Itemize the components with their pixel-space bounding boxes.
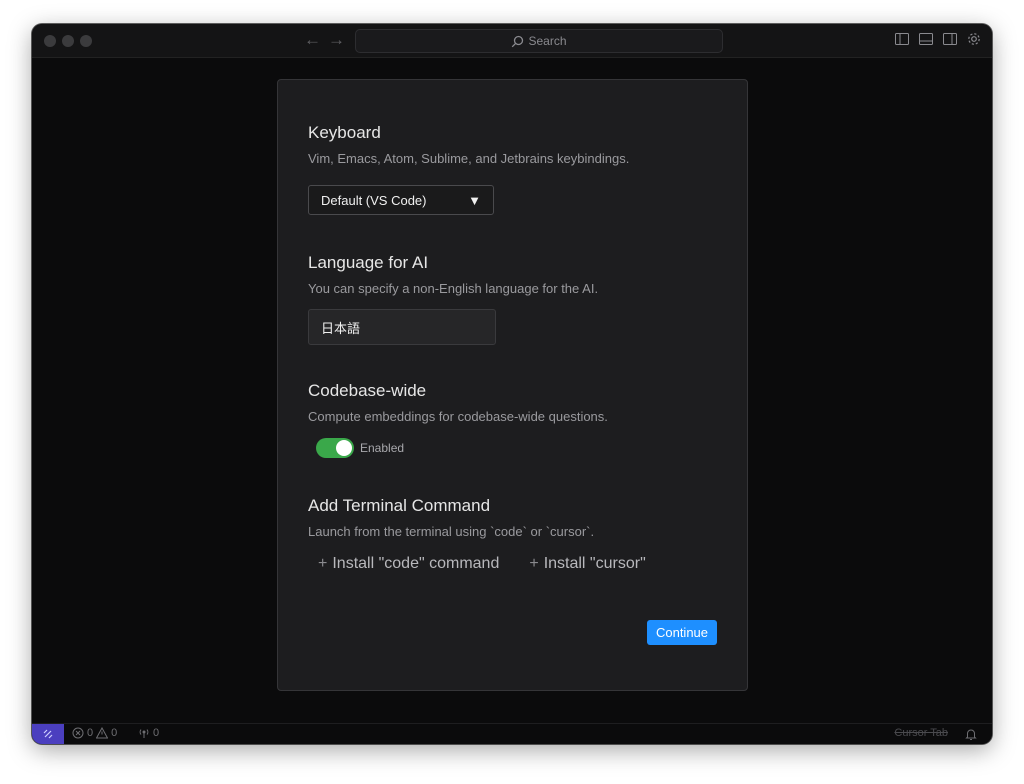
terminal-section: Add Terminal Command Launch from the ter… bbox=[308, 495, 717, 541]
command-center-search[interactable]: Search bbox=[355, 29, 723, 53]
warning-icon bbox=[96, 727, 109, 739]
keyboard-title: Keyboard bbox=[308, 123, 381, 142]
cursor-tab-status[interactable]: Cursor Tab bbox=[894, 727, 948, 739]
install-code-command-button[interactable]: + Install "code" command bbox=[318, 555, 499, 573]
bell-icon[interactable] bbox=[964, 727, 978, 741]
error-icon bbox=[72, 727, 84, 739]
plus-icon: + bbox=[318, 555, 328, 572]
install-cursor-label: Install "cursor" bbox=[543, 555, 646, 572]
toggle-primary-sidebar-icon[interactable] bbox=[894, 31, 910, 47]
search-label: Search bbox=[528, 34, 567, 48]
close-window-button[interactable] bbox=[44, 35, 56, 47]
continue-button[interactable]: Continue bbox=[647, 620, 717, 645]
title-bar: ← → Search bbox=[32, 24, 992, 58]
terminal-title: Add Terminal Command bbox=[308, 496, 491, 515]
toggle-knob bbox=[336, 440, 352, 456]
status-bar: 0 0 0 Cursor Tab bbox=[32, 723, 992, 744]
toggle-secondary-sidebar-icon[interactable] bbox=[942, 31, 958, 47]
remote-icon bbox=[43, 729, 53, 739]
install-cursor-command-button[interactable]: + Install "cursor" bbox=[529, 555, 645, 573]
app-window: ← → Search Keyboard Vim, Emacs, Atom, Su… bbox=[32, 24, 992, 744]
install-code-label: Install "code" command bbox=[332, 555, 500, 572]
codebase-toggle-row: Enabled bbox=[316, 438, 404, 458]
error-count: 0 bbox=[87, 727, 94, 739]
problems-indicator[interactable]: 0 0 bbox=[72, 727, 117, 739]
language-section: Language for AI You can specify a non-En… bbox=[308, 252, 717, 298]
plus-icon: + bbox=[529, 555, 539, 572]
ports-indicator[interactable]: 0 bbox=[138, 727, 159, 739]
language-title: Language for AI bbox=[308, 253, 429, 272]
language-description: You can specify a non-English language f… bbox=[308, 281, 599, 296]
terminal-description: Launch from the terminal using `code` or… bbox=[308, 524, 595, 539]
chevron-down-icon: ▼ bbox=[468, 192, 481, 208]
codebase-indexing-toggle[interactable] bbox=[316, 438, 354, 458]
keybinding-selected-value: Default (VS Code) bbox=[321, 192, 427, 208]
broadcast-icon bbox=[139, 729, 149, 738]
codebase-section: Codebase-wide Compute embeddings for cod… bbox=[308, 380, 717, 426]
forward-arrow-icon[interactable]: → bbox=[328, 30, 345, 50]
onboarding-dialog: Keyboard Vim, Emacs, Atom, Sublime, and … bbox=[277, 79, 748, 691]
ports-count: 0 bbox=[153, 727, 160, 739]
back-arrow-icon[interactable]: ← bbox=[304, 30, 321, 50]
keybinding-select[interactable]: Default (VS Code) ▼ bbox=[308, 185, 494, 215]
keyboard-section: Keyboard Vim, Emacs, Atom, Sublime, and … bbox=[308, 122, 717, 168]
codebase-title: Codebase-wide bbox=[308, 381, 427, 400]
toggle-status-label: Enabled bbox=[360, 441, 405, 455]
codebase-description: Compute embeddings for codebase-wide que… bbox=[308, 409, 608, 424]
gear-icon[interactable] bbox=[966, 31, 982, 47]
toggle-panel-icon[interactable] bbox=[918, 31, 934, 47]
search-icon bbox=[512, 35, 524, 47]
zoom-window-button[interactable] bbox=[80, 35, 92, 47]
ai-language-input[interactable] bbox=[308, 309, 496, 345]
warning-count: 0 bbox=[111, 727, 118, 739]
remote-indicator[interactable] bbox=[32, 724, 64, 744]
install-commands: + Install "code" command + Install "cursor… bbox=[318, 555, 646, 573]
keyboard-description: Vim, Emacs, Atom, Sublime, and Jetbrains… bbox=[308, 151, 630, 166]
minimize-window-button[interactable] bbox=[62, 35, 74, 47]
